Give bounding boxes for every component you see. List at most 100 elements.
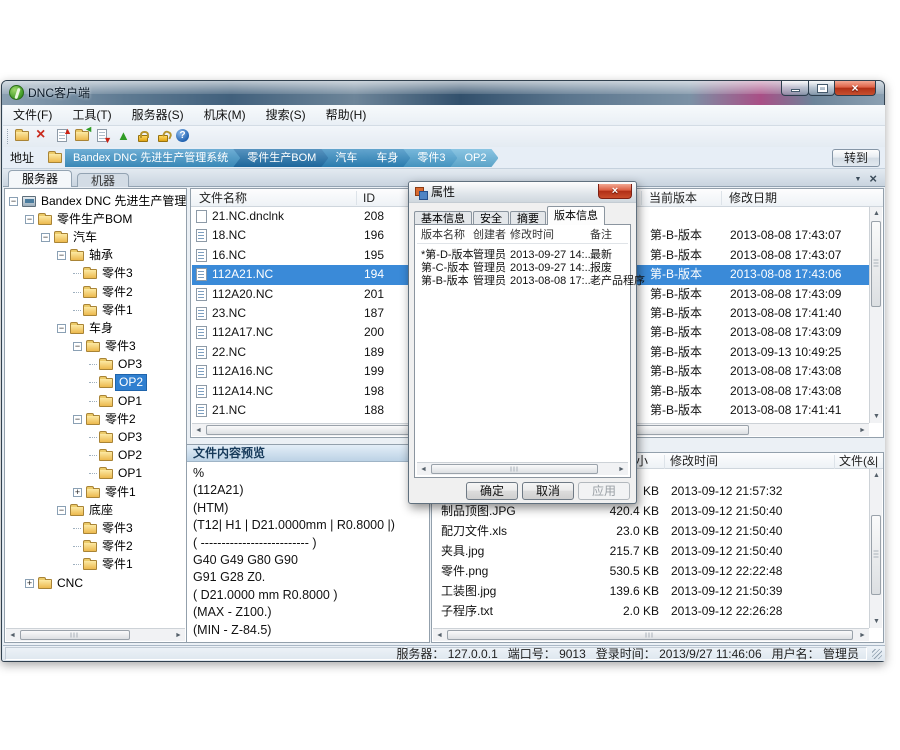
version-row-0[interactable]: *第-D-版本管理员2013-09-27 14:...最新	[415, 249, 630, 262]
tree-item-零件1[interactable]: +零件1	[5, 483, 186, 501]
tree-item-CNC[interactable]: +CNC	[5, 574, 186, 592]
help-icon[interactable]: ?	[174, 127, 192, 145]
version-row-1[interactable]: 第-C-版本管理员2013-09-27 14:...报废	[415, 262, 630, 275]
tree-item-零件生产BOM[interactable]: −零件生产BOM	[5, 210, 186, 228]
minimize-button[interactable]	[781, 81, 809, 96]
col-header-id[interactable]: ID	[363, 189, 375, 207]
breadcrumb-item-5[interactable]: OP2	[450, 149, 498, 167]
collapse-icon[interactable]: −	[57, 251, 66, 260]
ok-button[interactable]: 确定	[466, 482, 518, 500]
collapse-icon[interactable]: −	[73, 415, 82, 424]
tree-item-汽车[interactable]: −汽车	[5, 228, 186, 246]
breadcrumb-item-3[interactable]: 车身	[362, 149, 410, 167]
col-header-filename[interactable]: 文件名称	[199, 189, 247, 207]
folder-icon	[98, 430, 115, 445]
breadcrumb-item-1[interactable]: 零件生产BOM	[233, 149, 328, 167]
collapse-icon[interactable]: −	[57, 506, 66, 515]
related-row-4[interactable]: 零件.png530.5 KB2013-09-12 22:22:48	[433, 561, 869, 581]
check-in-icon[interactable]: ▲	[54, 127, 72, 145]
related-vscrollbar[interactable]: ▲▼	[869, 469, 882, 628]
resize-grip[interactable]	[872, 649, 882, 659]
restore-button[interactable]	[808, 81, 835, 96]
lock-icon[interactable]	[134, 127, 152, 145]
tab-close-icon[interactable]: ×	[869, 171, 877, 186]
related-row-1[interactable]: 制品顶图.JPG420.4 KB2013-09-12 21:50:40	[433, 501, 869, 521]
col-header-mtime[interactable]: 修改时间	[670, 453, 718, 469]
collapse-icon[interactable]: −	[57, 324, 66, 333]
collapse-icon[interactable]: −	[41, 233, 50, 242]
menu-item-2[interactable]: 服务器(S)	[122, 105, 194, 126]
dialog-tab-3[interactable]: 版本信息	[547, 206, 605, 225]
breadcrumb-item-0[interactable]: Bandex DNC 先进生产管理系统	[65, 149, 240, 167]
version-col-header-0[interactable]: 版本名称	[421, 228, 465, 242]
menu-item-3[interactable]: 机床(M)	[194, 105, 256, 126]
tree-item-OP2[interactable]: OP2	[5, 447, 186, 465]
col-header-file[interactable]: 文件(&|	[839, 453, 878, 469]
menu-item-5[interactable]: 帮助(H)	[316, 105, 377, 126]
file-icon	[196, 307, 207, 320]
version-row-2[interactable]: 第-B-版本管理员2013-08-08 17:...老产品程序	[415, 275, 630, 288]
go-button[interactable]: 转到	[832, 149, 880, 167]
properties-dialog: 属性 × 基本信息安全摘要版本信息快捷方式 版本名称创建者修改时间备注 *第-D…	[408, 181, 637, 504]
version-col-header-1[interactable]: 创建者	[473, 228, 506, 242]
tree-item-OP1[interactable]: OP1	[5, 465, 186, 483]
breadcrumb-item-2[interactable]: 汽车	[321, 149, 369, 167]
title-bar[interactable]: DNC客户端	[2, 81, 884, 105]
tree-item-零件2[interactable]: −零件2	[5, 410, 186, 428]
related-name: 制品顶图.JPG	[441, 501, 516, 521]
tree-item-车身[interactable]: −车身	[5, 319, 186, 337]
expand-icon[interactable]: +	[25, 579, 34, 588]
tree-item-零件2[interactable]: 零件2	[5, 283, 186, 301]
tree-item-label: OP2	[115, 374, 147, 391]
collapse-icon[interactable]: −	[9, 197, 18, 206]
related-row-5[interactable]: 工装图.jpg139.6 KB2013-09-12 21:50:39	[433, 581, 869, 601]
breadcrumb-item-4[interactable]: 零件3	[403, 149, 457, 167]
related-hscrollbar[interactable]: ◄►	[433, 628, 869, 641]
close-button[interactable]: ×	[834, 81, 876, 96]
col-header-version[interactable]: 当前版本	[649, 189, 697, 207]
tree-item-OP3[interactable]: OP3	[5, 428, 186, 446]
tree-item-OP2[interactable]: OP2	[5, 374, 186, 392]
new-folder-icon[interactable]	[14, 127, 32, 145]
tree-item-OP1[interactable]: OP1	[5, 392, 186, 410]
delete-icon[interactable]: ×	[34, 127, 52, 145]
tree-item-零件3[interactable]: 零件3	[5, 265, 186, 283]
filelist-vscrollbar[interactable]: ▲▼	[869, 207, 882, 423]
view-tab-server[interactable]: 服务器	[8, 170, 72, 188]
tree-item-Bandex DNC 先进生产管理系统[interactable]: −Bandex DNC 先进生产管理系统	[5, 192, 186, 210]
dialog-close-button[interactable]: ×	[598, 184, 632, 199]
col-header-date[interactable]: 修改日期	[729, 189, 777, 207]
expand-icon[interactable]: +	[73, 488, 82, 497]
file-version: 第-B-版本	[650, 362, 702, 381]
tab-dropdown-icon[interactable]: ▼	[854, 176, 861, 183]
related-row-6[interactable]: 子程序.txt2.0 KB2013-09-12 22:26:28	[433, 601, 869, 621]
tree-item-轴承[interactable]: −轴承	[5, 247, 186, 265]
related-row-2[interactable]: 配刀文件.xls23.0 KB2013-09-12 21:50:40	[433, 521, 869, 541]
collapse-icon[interactable]: −	[73, 342, 82, 351]
tree-item-OP3[interactable]: OP3	[5, 356, 186, 374]
tree-item-零件1[interactable]: 零件1	[5, 556, 186, 574]
dialog-hscrollbar[interactable]: ◄►	[417, 462, 628, 475]
send-to-folder-icon[interactable]: ◄	[74, 127, 92, 145]
upload-icon[interactable]: ▲	[114, 127, 132, 145]
menu-item-4[interactable]: 搜索(S)	[256, 105, 316, 126]
menu-item-1[interactable]: 工具(T)	[62, 105, 121, 126]
tree-item-零件1[interactable]: 零件1	[5, 301, 186, 319]
file-version: 第-B-版本	[650, 265, 702, 284]
col-header-size[interactable]: 小	[636, 453, 648, 469]
menu-item-0[interactable]: 文件(F)	[3, 105, 62, 126]
related-row-3[interactable]: 夹具.jpg215.7 KB2013-09-12 21:50:40	[433, 541, 869, 561]
tree-item-零件3[interactable]: 零件3	[5, 519, 186, 537]
tree-item-零件2[interactable]: 零件2	[5, 538, 186, 556]
tree-item-零件3[interactable]: −零件3	[5, 338, 186, 356]
check-out-icon[interactable]: ▼	[94, 127, 112, 145]
version-col-header-2[interactable]: 修改时间	[510, 228, 554, 242]
tree-hscrollbar[interactable]: ◄►	[6, 628, 185, 641]
unlock-icon[interactable]	[154, 127, 172, 145]
server-tree-panel: −Bandex DNC 先进生产管理系统−零件生产BOM−汽车−轴承零件3零件2…	[4, 188, 187, 643]
collapse-icon[interactable]: −	[25, 215, 34, 224]
file-date: 2013-08-08 17:43:08	[730, 362, 841, 381]
tree-item-底座[interactable]: −底座	[5, 501, 186, 519]
cancel-button[interactable]: 取消	[522, 482, 574, 500]
version-col-header-3[interactable]: 备注	[590, 228, 612, 242]
